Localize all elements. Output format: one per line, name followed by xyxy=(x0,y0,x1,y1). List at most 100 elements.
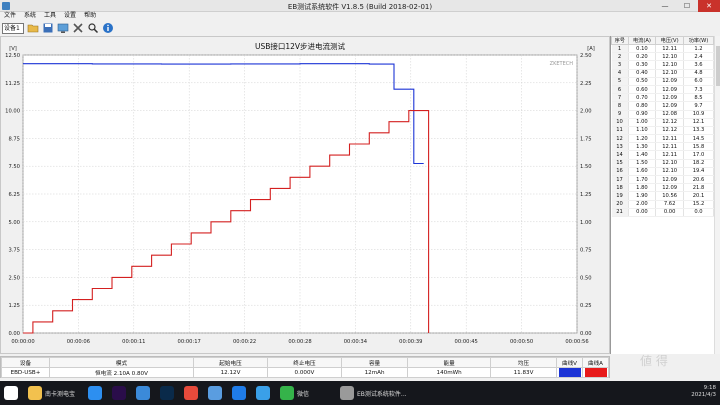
minimize-button[interactable]: — xyxy=(654,0,676,12)
taskbar-app[interactable] xyxy=(88,384,102,402)
col-header-power[interactable]: 功率(W) xyxy=(682,36,715,45)
table-row[interactable]: 1 0.10 12.11 1.2 xyxy=(611,44,715,54)
row-voltage: 12.10 xyxy=(655,60,684,70)
menu-help[interactable]: 帮助 xyxy=(84,12,96,20)
row-index: 16 xyxy=(611,167,629,177)
table-row[interactable]: 14 1.40 12.11 17.0 xyxy=(611,150,715,160)
row-index: 8 xyxy=(611,101,629,111)
folder-open-icon[interactable] xyxy=(27,22,39,34)
device-select[interactable]: 设备1 xyxy=(2,22,24,34)
taskbar-app[interactable] xyxy=(112,384,126,402)
taskbar-app[interactable] xyxy=(232,384,246,402)
row-power: 4.8 xyxy=(683,69,715,78)
row-power: 15.2 xyxy=(683,200,715,209)
taskbar-app[interactable] xyxy=(136,384,150,402)
photoshop-icon xyxy=(160,386,174,400)
row-current: 0.90 xyxy=(628,110,657,119)
taskbar-app[interactable] xyxy=(184,384,198,402)
status-header-curve-a: 曲线A xyxy=(582,357,609,368)
search-icon[interactable] xyxy=(87,22,99,34)
menu-settings[interactable]: 设置 xyxy=(64,12,76,20)
menu-tools[interactable]: 工具 xyxy=(44,12,56,20)
tray-date: 2021/4/3 xyxy=(691,392,716,398)
settings-icon[interactable] xyxy=(72,22,84,34)
row-current: 0.30 xyxy=(628,60,657,70)
taskbar-app[interactable] xyxy=(256,384,270,402)
browser-icon xyxy=(136,386,150,400)
table-row[interactable]: 12 1.20 12.11 14.5 xyxy=(611,134,715,144)
curve-a-swatch[interactable] xyxy=(584,368,607,377)
folder-icon xyxy=(28,386,42,400)
maximize-button[interactable]: ☐ xyxy=(676,0,698,12)
taskbar-app[interactable] xyxy=(208,384,222,402)
close-button[interactable]: ✕ xyxy=(698,0,720,12)
row-index: 7 xyxy=(611,93,629,103)
row-current: 1.00 xyxy=(628,118,657,127)
row-voltage: 12.10 xyxy=(655,159,684,168)
taskbar-app[interactable]: 微信 xyxy=(280,384,309,402)
row-power: 7.3 xyxy=(683,85,715,95)
table-row[interactable]: 20 2.00 7.62 15.2 xyxy=(611,200,715,209)
col-header-current[interactable]: 电流(A) xyxy=(627,36,657,45)
table-row[interactable]: 5 0.50 12.09 6.0 xyxy=(611,77,715,86)
table-row[interactable]: 10 1.00 12.12 12.1 xyxy=(611,118,715,127)
row-power: 6.0 xyxy=(683,77,715,86)
table-row[interactable]: 8 0.80 12.09 9.7 xyxy=(611,101,715,111)
row-current: 0.60 xyxy=(628,85,657,95)
y-tick-left: 12.50 xyxy=(5,53,20,59)
taskbar-app[interactable]: 南卡测电宝 xyxy=(28,384,75,402)
table-row[interactable]: 15 1.50 12.10 18.2 xyxy=(611,159,715,168)
col-header-voltage[interactable]: 电压(V) xyxy=(655,36,684,45)
row-voltage: 12.11 xyxy=(655,134,684,144)
y-tick-left: 1.25 xyxy=(8,303,20,309)
taskbar-app[interactable] xyxy=(160,384,174,402)
table-row[interactable]: 16 1.60 12.10 19.4 xyxy=(611,167,715,177)
monitor-icon[interactable] xyxy=(57,22,69,34)
row-power: 3.6 xyxy=(683,60,715,70)
table-row[interactable]: 4 0.40 12.10 4.8 xyxy=(611,69,715,78)
info-icon[interactable] xyxy=(102,22,114,34)
col-header-index[interactable]: 序号 xyxy=(611,36,629,45)
table-row[interactable]: 3 0.30 12.10 3.6 xyxy=(611,60,715,70)
table-row[interactable]: 21 0.00 0.00 0.0 xyxy=(611,208,715,217)
x-tick-label: 00:00:28 xyxy=(288,339,311,345)
table-row[interactable]: 19 1.90 10.56 20.1 xyxy=(611,191,715,201)
taskbar-app[interactable]: EB测试系统软件... xyxy=(340,384,407,402)
row-power: 10.9 xyxy=(683,110,715,119)
status-capacity: 12mAh xyxy=(340,367,409,378)
table-row[interactable]: 2 0.20 12.10 2.4 xyxy=(611,52,715,62)
menu-system[interactable]: 系统 xyxy=(24,12,36,20)
row-voltage: 12.09 xyxy=(655,175,684,185)
table-row[interactable]: 9 0.90 12.08 10.9 xyxy=(611,110,715,119)
curve-v-cell[interactable] xyxy=(556,367,583,378)
table-row[interactable]: 7 0.70 12.09 8.5 xyxy=(611,93,715,103)
table-row[interactable]: 11 1.10 12.12 13.3 xyxy=(611,126,715,136)
table-row[interactable]: 17 1.70 12.09 20.6 xyxy=(611,175,715,185)
table-row[interactable]: 18 1.80 12.09 21.8 xyxy=(611,183,715,193)
row-power: 13.3 xyxy=(683,126,715,136)
table-row[interactable]: 6 0.60 12.09 7.3 xyxy=(611,85,715,95)
table-row[interactable]: 13 1.30 12.11 15.8 xyxy=(611,142,715,152)
curve-a-cell[interactable] xyxy=(582,367,609,378)
row-power: 0.0 xyxy=(683,208,715,217)
status-panel: 设备 模式 起始电压 终止电压 容量 能量 均压 曲线V 曲线A EBD-USB… xyxy=(0,356,610,378)
table-scrollbar[interactable] xyxy=(714,36,720,354)
row-current: 1.80 xyxy=(628,183,657,193)
row-current: 1.30 xyxy=(628,142,657,152)
data-table: 序号 电流(A) 电压(V) 功率(W) 1 0.10 12.11 1.2 2 0.20 1… xyxy=(611,36,715,217)
save-icon[interactable] xyxy=(42,22,54,34)
system-tray[interactable]: 9:18 2021/4/3 xyxy=(691,385,716,399)
taskbar-app[interactable] xyxy=(4,384,18,402)
kugou-icon xyxy=(232,386,246,400)
row-voltage: 12.09 xyxy=(655,85,684,95)
scrollbar-thumb[interactable] xyxy=(716,46,720,86)
status-header-device: 设备 xyxy=(1,357,50,368)
curve-v-swatch[interactable] xyxy=(558,368,581,377)
status-avg-voltage: 11.83V xyxy=(490,367,557,378)
row-index: 9 xyxy=(611,110,629,119)
menu-file[interactable]: 文件 xyxy=(4,12,16,20)
row-current: 1.60 xyxy=(628,167,657,177)
taskbar-app-label: 南卡测电宝 xyxy=(45,390,76,398)
row-voltage: 0.00 xyxy=(655,208,684,217)
status-header-capacity: 容量 xyxy=(340,357,409,368)
